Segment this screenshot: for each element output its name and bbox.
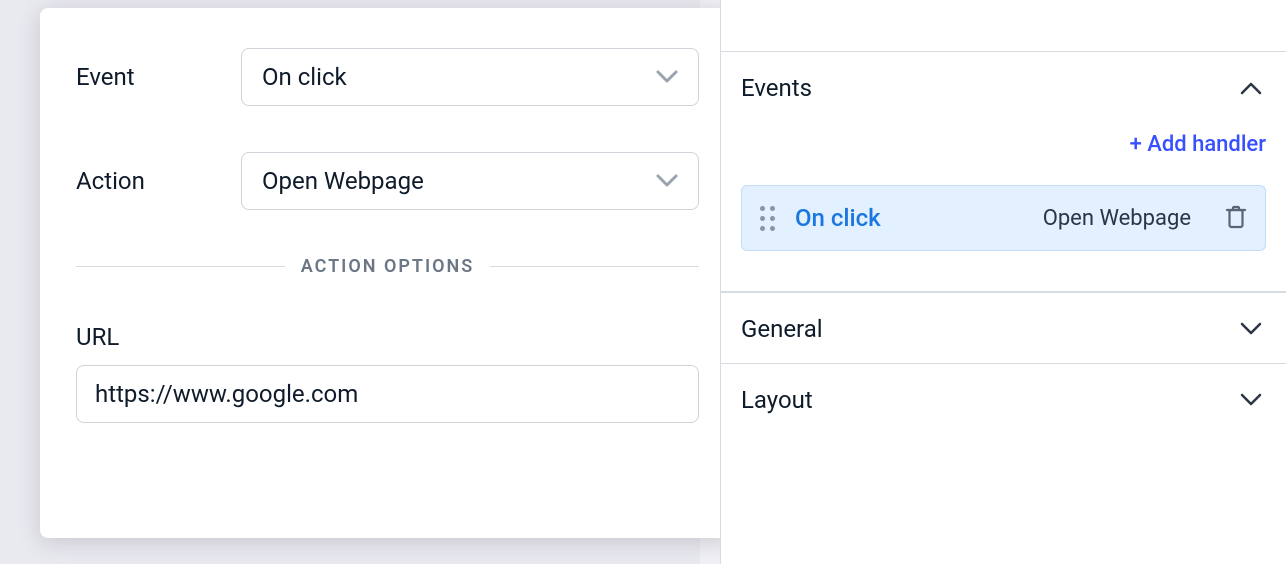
- handler-event-label: On click: [795, 204, 881, 232]
- events-section-body: + Add handler On click Open Webpage: [721, 122, 1286, 292]
- general-section-title: General: [741, 315, 823, 343]
- delete-handler-button[interactable]: [1225, 205, 1247, 231]
- divider-line: [490, 266, 699, 267]
- chevron-down-icon: [1240, 393, 1262, 407]
- events-section-title: Events: [741, 74, 812, 102]
- sidepanel-top-spacer: [721, 0, 1286, 52]
- handler-action-label: Open Webpage: [1043, 206, 1191, 231]
- url-input[interactable]: [76, 365, 699, 423]
- event-label: Event: [76, 63, 241, 91]
- event-select[interactable]: On click: [241, 48, 699, 106]
- action-select-value: Open Webpage: [262, 167, 424, 195]
- action-options-divider: ACTION OPTIONS: [76, 256, 699, 277]
- chevron-up-icon: [1240, 81, 1262, 95]
- action-select[interactable]: Open Webpage: [241, 152, 699, 210]
- url-label: URL: [76, 323, 699, 351]
- divider-line: [76, 266, 285, 267]
- chevron-down-icon: [656, 70, 678, 84]
- general-section-header[interactable]: General: [721, 292, 1286, 363]
- properties-sidepanel: Events + Add handler On click Open Webpa…: [720, 0, 1286, 564]
- layout-section-header[interactable]: Layout: [721, 363, 1286, 434]
- chevron-down-icon: [1240, 322, 1262, 336]
- chevron-down-icon: [656, 174, 678, 188]
- url-field: URL: [76, 323, 699, 423]
- divider-label: ACTION OPTIONS: [285, 256, 491, 277]
- handler-card[interactable]: On click Open Webpage: [741, 185, 1266, 251]
- action-field-row: Action Open Webpage: [76, 152, 699, 210]
- add-handler-button[interactable]: + Add handler: [741, 132, 1266, 157]
- events-section-header[interactable]: Events: [721, 52, 1286, 122]
- event-field-row: Event On click: [76, 48, 699, 106]
- drag-handle-icon[interactable]: [760, 206, 775, 231]
- trash-icon: [1225, 205, 1247, 231]
- event-select-value: On click: [262, 63, 347, 91]
- layout-section-title: Layout: [741, 386, 813, 414]
- event-config-popup: Event On click Action Open Webpage ACTIO…: [40, 8, 735, 538]
- action-label: Action: [76, 167, 241, 195]
